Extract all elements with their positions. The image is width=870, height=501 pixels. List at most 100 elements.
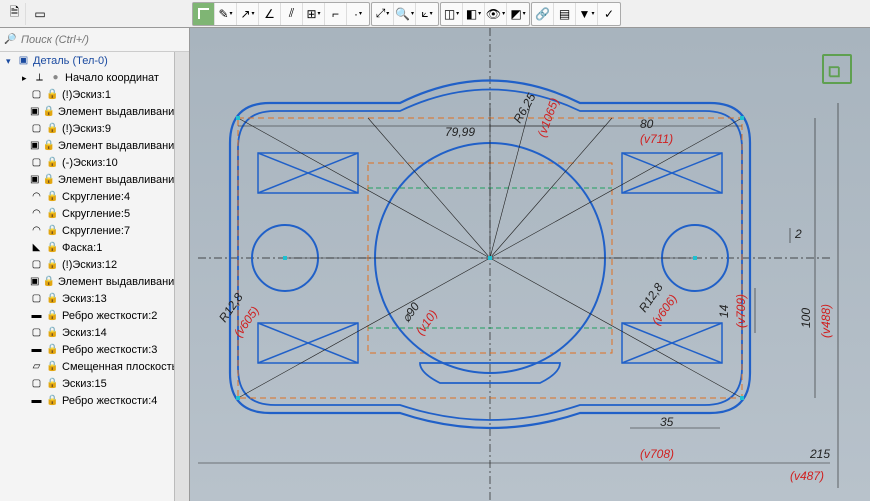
lock-icon: 🔒: [46, 309, 59, 322]
toolbar-left: 🗎 ▭: [0, 3, 190, 25]
perp-icon[interactable]: ⌐: [325, 3, 347, 25]
tree-item[interactable]: ▣🔒Элемент выдавливания:11: [0, 137, 189, 154]
tree-origin[interactable]: ▸⟂●Начало координат: [0, 69, 189, 86]
pencil-icon[interactable]: ✎▾: [215, 3, 237, 25]
tree-label: Ребро жесткости:4: [62, 393, 157, 409]
tree-root[interactable]: ▾▣Деталь (Тел-0): [0, 52, 189, 69]
tree-item[interactable]: ▢🔒Эскиз:14: [0, 324, 189, 341]
tree-item[interactable]: ▣🔒 Элемент выдавливания:14: [0, 273, 189, 290]
cube-icon[interactable]: ◫▾: [441, 3, 463, 25]
part-icon: ▣: [17, 54, 30, 67]
tree-label: Скругление:5: [62, 206, 130, 222]
zoom-fit-icon[interactable]: ⤢▾: [372, 3, 394, 25]
dim-35: 35: [660, 415, 674, 429]
dim-r625: R6,25: [510, 90, 538, 125]
lock-icon: 🔒: [46, 224, 59, 237]
extrude-icon: ▣: [30, 275, 39, 288]
shade-icon[interactable]: ◧▾: [463, 3, 485, 25]
fillet-icon: ◠: [30, 190, 43, 203]
snap-icon[interactable]: ↗▾: [237, 3, 259, 25]
sketch-icon: ▢: [30, 258, 43, 271]
dim-v487: (v487): [790, 469, 824, 483]
tree-label: Эскиз:15: [62, 376, 107, 392]
tree-item[interactable]: ◠🔒Скругление:4: [0, 188, 189, 205]
tree-mode-icon[interactable]: 🗎: [4, 3, 26, 25]
tree-item[interactable]: ▢🔒(!)Эскиз:9: [0, 120, 189, 137]
tree-item[interactable]: ▣🔒Элемент выдавливания:10: [0, 103, 189, 120]
dim-14: 14: [717, 304, 731, 318]
tree-item[interactable]: ▬🔒Ребро жесткости:3: [0, 341, 189, 358]
viewport[interactable]: 79,99 R6,25 (v1065) 80 (v711) 2 R12,8 (v…: [190, 28, 870, 501]
select-rect-icon[interactable]: ▭: [29, 3, 51, 25]
lock-icon: 🔒: [46, 241, 59, 254]
plane-icon: ▱: [30, 360, 43, 373]
extrude-icon: ▣: [30, 105, 39, 118]
fillet-icon: ◠: [30, 224, 43, 237]
tree-label: Эскиз:14: [62, 325, 107, 341]
angle-icon[interactable]: ∠: [259, 3, 281, 25]
eyedrop-icon[interactable]: ✓: [598, 3, 620, 25]
layers-icon[interactable]: ▤: [554, 3, 576, 25]
lock-icon: 🔒: [46, 88, 59, 101]
parallel-icon[interactable]: ⫽: [281, 3, 303, 25]
filter-icon[interactable]: ▼▾: [576, 3, 598, 25]
lock-icon: 🔒: [46, 258, 59, 271]
tree-label: Начало координат: [65, 70, 159, 86]
dim-7999: 79,99: [445, 125, 475, 139]
origin-icon: ⟂: [33, 71, 46, 84]
sketch-icon: ▢: [30, 326, 43, 339]
lock-icon: 🔒: [46, 122, 59, 135]
tree-label: (!)Эскиз:12: [62, 257, 117, 273]
dot-icon: ●: [49, 71, 62, 84]
sketch-icon: ▢: [30, 88, 43, 101]
tree-item[interactable]: ▢🔒(-)Эскиз:10: [0, 154, 189, 171]
dim-215: 215: [809, 447, 830, 461]
tree-item[interactable]: ▣🔒Элемент выдавливания:12: [0, 171, 189, 188]
tree-item[interactable]: ▬🔒Ребро жесткости:2: [0, 307, 189, 324]
lock-icon: 🔒: [46, 292, 59, 305]
link-icon[interactable]: 🔗: [532, 3, 554, 25]
lock-icon: 🔒: [46, 190, 59, 203]
lock-icon: 🔒: [42, 173, 54, 186]
tree-scrollbar[interactable]: [174, 52, 189, 501]
visibility-icon[interactable]: 👁▾: [485, 3, 507, 25]
tree-item[interactable]: ▬🔒Ребро жесткости:4: [0, 392, 189, 409]
ortho-icon[interactable]: [193, 3, 215, 25]
lock-icon: 🔒: [46, 326, 59, 339]
point-icon[interactable]: ·▾: [347, 3, 369, 25]
tree-item[interactable]: ▱🔒Смещенная плоскость:1: [0, 358, 189, 375]
search-icon: 🔎: [4, 33, 17, 46]
fillet-icon: ◠: [30, 207, 43, 220]
sketch-icon: ▢: [30, 156, 43, 169]
lock-icon: 🔒: [46, 360, 59, 373]
tree-label: (!)Эскиз:1: [62, 87, 111, 103]
search-input[interactable]: [21, 34, 185, 46]
sketch-icon: ▢: [30, 377, 43, 390]
axes-icon[interactable]: ⟀▾: [416, 3, 438, 25]
grid-icon[interactable]: ⊞▾: [303, 3, 325, 25]
feature-tree[interactable]: ▾▣Деталь (Тел-0) ▸⟂●Начало координат ▢🔒(…: [0, 52, 189, 409]
tree-item[interactable]: ▢🔒(!)Эскиз:12: [0, 256, 189, 273]
tree-item[interactable]: ▢🔒(!)Эскиз:1: [0, 86, 189, 103]
dim-2: 2: [794, 227, 802, 241]
dim-v488: (v488): [819, 304, 833, 338]
tree-item[interactable]: ▢🔒Эскиз:15: [0, 375, 189, 392]
extrude-icon: ▣: [30, 173, 39, 186]
tree-label: (!)Эскиз:9: [62, 121, 111, 137]
dim-v708: (v708): [640, 447, 674, 461]
lock-icon: 🔒: [42, 275, 54, 288]
tree-item[interactable]: ▢🔒Эскиз:13: [0, 290, 189, 307]
tree-label: Элемент выдавливания:14: [58, 274, 189, 290]
tree-label: Эскиз:13: [62, 291, 107, 307]
zoom-in-icon[interactable]: 🔍▾: [394, 3, 416, 25]
tree-label: Ребро жесткости:3: [62, 342, 157, 358]
lock-icon: 🔒: [46, 207, 59, 220]
tree-item[interactable]: ◠🔒Скругление:7: [0, 222, 189, 239]
tree-item[interactable]: ◠🔒Скругление:5: [0, 205, 189, 222]
section-icon[interactable]: ◩▾: [507, 3, 529, 25]
lock-icon: 🔒: [46, 343, 59, 356]
tree-item[interactable]: ◣🔒Фаска:1: [0, 239, 189, 256]
rib-icon: ▬: [30, 309, 43, 322]
rib-icon: ▬: [30, 343, 43, 356]
tree-label: Элемент выдавливания:11: [58, 138, 189, 154]
